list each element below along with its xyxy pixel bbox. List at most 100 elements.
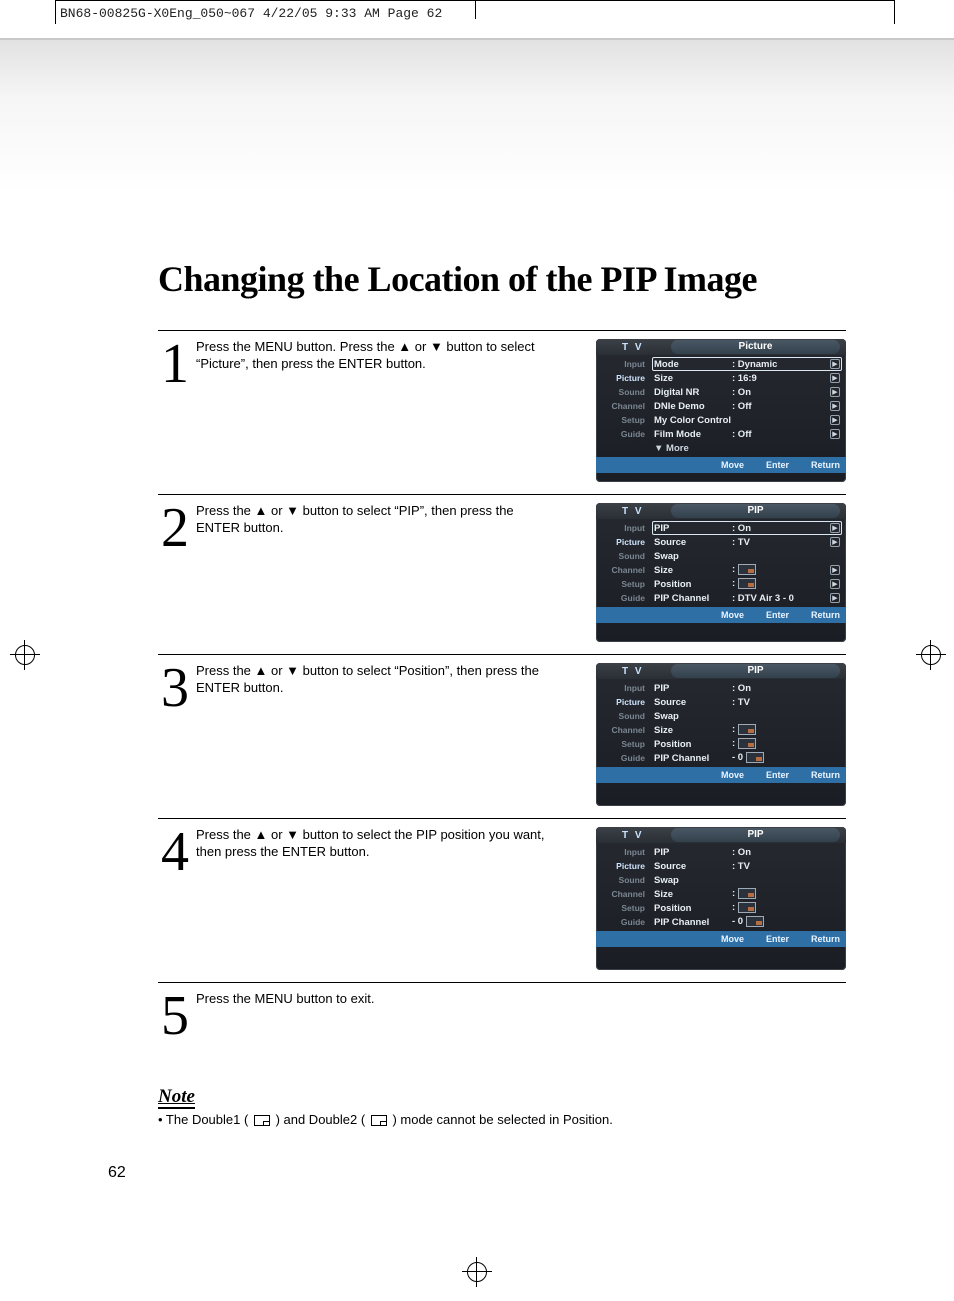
sidebar-item: Channel: [596, 723, 648, 737]
arrow-right-icon: ▶: [830, 429, 840, 439]
pip-position-icon: [738, 578, 756, 589]
sidebar-item: Input: [596, 521, 648, 535]
pip-position-icon: [738, 564, 756, 575]
osd-row-value: : Off: [732, 429, 830, 440]
osd-row-label: PIP Channel: [654, 593, 732, 604]
osd-row: DNIe Demo: Off▶: [652, 399, 842, 413]
osd-row-value: - 0: [732, 752, 840, 763]
osd-row-value: : On: [732, 387, 830, 398]
footer-enter: Enter: [766, 770, 789, 780]
note-text-post: ) mode cannot be selected in Position.: [392, 1112, 612, 1127]
osd-row-value: :: [732, 902, 840, 913]
osd-row-value: : 16:9: [732, 373, 830, 384]
osd-row-value: : Dynamic: [732, 359, 830, 370]
double2-icon: [371, 1115, 387, 1126]
footer-move: Move: [721, 460, 744, 470]
sidebar-item: Sound: [596, 549, 648, 563]
pip-position-icon: [738, 888, 756, 899]
osd-row-value: : TV: [732, 697, 840, 708]
osd-row: Position:: [652, 737, 842, 751]
footer-move: Move: [721, 610, 744, 620]
osd-row-label: Swap: [654, 875, 732, 886]
double1-icon: [254, 1115, 270, 1126]
osd-row-label: Size: [654, 373, 732, 384]
step-5: 5 Press the MENU button to exit.: [158, 982, 846, 1041]
registration-mark-icon: [916, 640, 946, 670]
arrow-right-icon: ▶: [830, 579, 840, 589]
osd-row-label: PIP: [654, 847, 732, 858]
footer-enter: Enter: [766, 460, 789, 470]
osd-row-label: PIP Channel: [654, 753, 732, 764]
step-number: 2: [158, 503, 192, 654]
osd-row: Film Mode: Off▶: [652, 427, 842, 441]
page-number: 62: [108, 1164, 126, 1182]
osd-row-value: - 0: [732, 916, 840, 927]
arrow-right-icon: ▶: [830, 359, 840, 369]
sidebar-item: Channel: [596, 563, 648, 577]
note-text-mid: ) and Double2 (: [276, 1112, 366, 1127]
osd-row-label: Source: [654, 697, 732, 708]
osd-tv-label: T V: [596, 830, 671, 841]
osd-row-label: PIP: [654, 683, 732, 694]
osd-row: PIP: On: [652, 681, 842, 695]
step-text: Press the ▲ or ▼ button to select “Posit…: [192, 663, 554, 818]
osd-title: PIP: [671, 504, 840, 518]
header-gradient: [0, 38, 954, 208]
osd-row-label: Mode: [654, 359, 732, 370]
sidebar-item: Channel: [596, 887, 648, 901]
osd-row-label: Swap: [654, 551, 732, 562]
sidebar-item: Guide: [596, 427, 648, 441]
footer-move: Move: [721, 770, 744, 780]
osd-title: PIP: [671, 664, 840, 678]
step-text: Press the MENU button to exit.: [192, 991, 554, 1041]
osd-row: Source: TV: [652, 859, 842, 873]
footer-return: Return: [811, 770, 840, 780]
arrow-right-icon: ▶: [830, 415, 840, 425]
osd-row-label: Position: [654, 903, 732, 914]
osd-title: Picture: [671, 340, 840, 354]
osd-row: Swap: [652, 549, 842, 563]
osd-row-value: : TV: [732, 537, 830, 548]
arrow-right-icon: ▶: [830, 593, 840, 603]
osd-row-label: Source: [654, 861, 732, 872]
sidebar-item: Guide: [596, 915, 648, 929]
osd-row-label: Size: [654, 565, 732, 576]
osd-tv-label: T V: [596, 342, 671, 353]
osd-row-value: : TV: [732, 861, 840, 872]
footer-return: Return: [811, 934, 840, 944]
osd-row-value: : On: [732, 847, 840, 858]
pip-position-icon: [738, 738, 756, 749]
osd-row-value: :: [732, 578, 830, 589]
note-text-pre: • The Double1 (: [158, 1112, 248, 1127]
osd-footer: Move Enter Return: [596, 457, 846, 473]
step-number: 1: [158, 339, 192, 494]
step-4: 4 Press the ▲ or ▼ button to select the …: [158, 818, 846, 982]
osd-row: PIP: On▶: [652, 521, 842, 535]
osd-row-value: : DTV Air 3 - 0: [732, 593, 830, 604]
step-number: 5: [158, 991, 192, 1041]
pip-position-icon: [738, 724, 756, 735]
arrow-right-icon: ▶: [830, 387, 840, 397]
osd-pip-position: T V PIP Input Picture Sound Channel Setu…: [596, 663, 846, 806]
sidebar-item: Sound: [596, 873, 648, 887]
osd-row: Mode: Dynamic▶: [652, 357, 842, 371]
pip-position-icon: [738, 902, 756, 913]
osd-tv-label: T V: [596, 506, 671, 517]
osd-footer: Move Enter Return: [596, 931, 846, 947]
sidebar-item: Picture: [596, 859, 648, 873]
sidebar-item: Sound: [596, 709, 648, 723]
osd-row: Digital NR: On▶: [652, 385, 842, 399]
step-3: 3 Press the ▲ or ▼ button to select “Pos…: [158, 654, 846, 818]
osd-footer: Move Enter Return: [596, 607, 846, 623]
osd-pip-position-select: T V PIP Input Picture Sound Channel Setu…: [596, 827, 846, 970]
page-title: Changing the Location of the PIP Image: [158, 258, 757, 300]
print-header: BN68-00825G-X0Eng_050~067 4/22/05 9:33 A…: [60, 6, 442, 21]
arrow-right-icon: ▶: [830, 373, 840, 383]
sidebar-item: Picture: [596, 371, 648, 385]
osd-row-label: Size: [654, 889, 732, 900]
osd-row-label: My Color Control: [654, 415, 732, 426]
osd-row: Position:: [652, 901, 842, 915]
osd-row-value: :: [732, 724, 840, 735]
footer-enter: Enter: [766, 610, 789, 620]
osd-row: Swap: [652, 709, 842, 723]
